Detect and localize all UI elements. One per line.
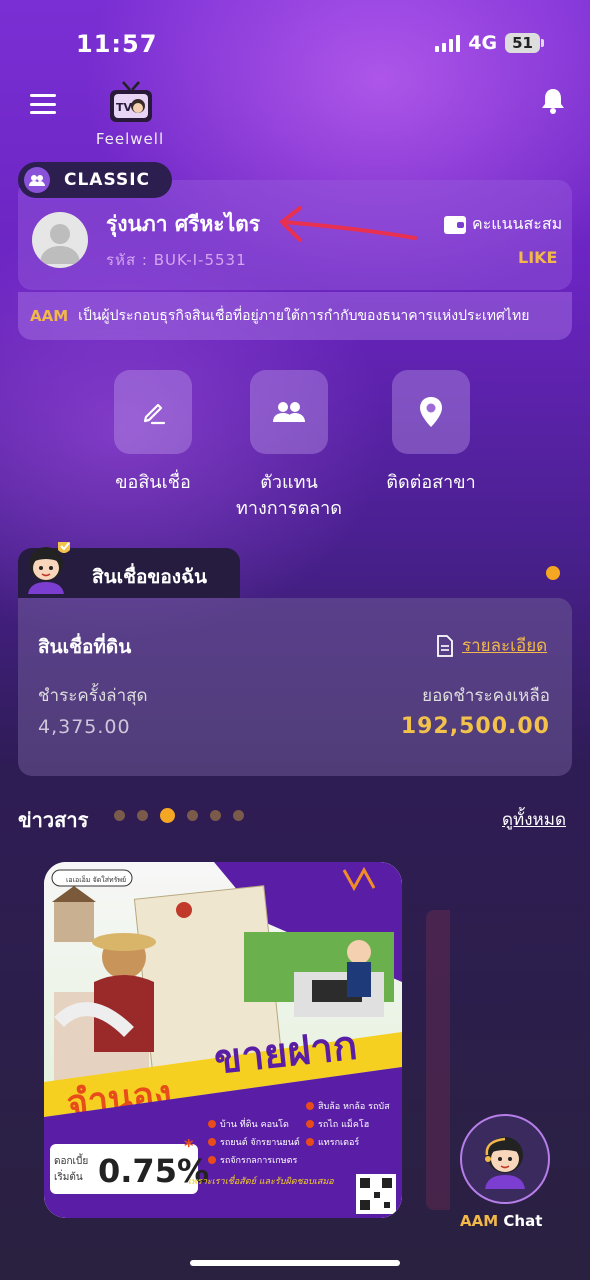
- loan-detail-link[interactable]: รายละเอียด: [436, 632, 547, 659]
- regulatory-notice: AAM เป็นผู้ประกอบธุรกิจสินเชื่อที่อยู่ภา…: [18, 292, 572, 340]
- chat-label: AAM Chat: [460, 1212, 542, 1230]
- news-banner[interactable]: เอเอเอ็ม จัดใส่ทรัพย์ จำนอง ขายฝาก ดอกเบ…: [44, 862, 402, 1218]
- document-icon: [437, 634, 453, 657]
- loan-detail-label: รายละเอียด: [462, 636, 548, 656]
- group-icon: [24, 167, 50, 193]
- signal-icon: [435, 34, 461, 52]
- chat-mascot-icon: [485, 1137, 525, 1189]
- banner-item: แทรกเตอร์: [318, 1136, 359, 1148]
- chat-brand: AAM: [460, 1212, 499, 1230]
- status-indicators: 4G 51: [435, 32, 544, 54]
- feelwell-tv-logo: TV: [110, 81, 152, 122]
- my-loan-tab-label: สินเชื่อของฉัน: [92, 566, 207, 588]
- notice-text: เป็นผู้ประกอบธุรกิจสินเชื่อที่อยู่ภายใต้…: [78, 308, 530, 324]
- user-name: รุ่งนภา ศรีหะไตร: [106, 212, 261, 236]
- carousel-dot[interactable]: [187, 810, 198, 821]
- wallet-icon: [444, 215, 466, 234]
- contact-branch-label: ติดต่อสาขา: [386, 472, 476, 493]
- aam-chat-button[interactable]: [460, 1114, 550, 1204]
- carousel-dots[interactable]: [114, 808, 244, 823]
- points-label: คะแนนสะสม: [472, 214, 563, 233]
- carousel-dot[interactable]: [114, 810, 125, 821]
- marketing-agent-button[interactable]: [250, 370, 328, 454]
- banner-search-tag: เอเอเอ็ม จัดใส่ทรัพย์: [66, 875, 126, 884]
- mascot-icon: [28, 542, 70, 594]
- tier-label: CLASSIC: [64, 170, 150, 190]
- banner-item: รถจักรกลการเกษตร: [220, 1156, 297, 1166]
- status-time: 11:57: [76, 30, 158, 58]
- carousel-dot[interactable]: [233, 810, 244, 821]
- notice-brand: AAM: [30, 307, 69, 325]
- banner-rate-prefix: ดอกเบี้ย: [54, 1153, 88, 1167]
- battery-icon: 51: [505, 33, 544, 53]
- news-title: ข่าวสาร: [18, 808, 89, 832]
- users-icon: [273, 402, 305, 422]
- home-indicator[interactable]: [190, 1260, 400, 1266]
- banner-rate-prefix-2: เริ่มต้น: [54, 1169, 83, 1183]
- carousel-dot[interactable]: [137, 810, 148, 821]
- location-pin-icon: [420, 397, 442, 427]
- see-all-link[interactable]: ดูทั้งหมด: [502, 806, 566, 833]
- red-arrow-annotation: [280, 206, 417, 242]
- contact-branch-button[interactable]: [392, 370, 470, 454]
- apply-loan-label: ขอสินเชื่อ: [115, 472, 191, 493]
- notification-bell-icon[interactable]: [538, 86, 568, 116]
- network-label: 4G: [468, 32, 498, 54]
- last-payment-label: ชำระครั้งล่าสุด: [38, 686, 148, 706]
- chat-text: Chat: [503, 1212, 543, 1230]
- banner-item: รถยนต์ จักรยานยนต์: [220, 1136, 300, 1148]
- logo-badge: TV: [116, 101, 133, 114]
- carousel-dot[interactable]: [210, 810, 221, 821]
- banner-item: สิบล้อ หกล้อ รถบัส: [318, 1101, 390, 1112]
- marketing-agent-label: ตัวแทน ทางการตลาด: [236, 472, 342, 519]
- points-button[interactable]: คะแนนสะสม: [444, 212, 562, 237]
- avatar[interactable]: [32, 212, 88, 268]
- app-logo-text: Feelwell: [95, 130, 165, 148]
- banner-rate-star: *: [184, 1136, 194, 1157]
- apply-loan-button[interactable]: [114, 370, 192, 454]
- balance-value: 192,500.00: [400, 714, 550, 739]
- pencil-icon: [143, 403, 166, 425]
- hamburger-menu-icon[interactable]: [30, 94, 56, 114]
- balance-label: ยอดชำระคงเหลือ: [422, 686, 550, 706]
- carousel-dot-active[interactable]: [160, 808, 175, 823]
- loan-type: สินเชื่อที่ดิน: [38, 636, 132, 658]
- banner-graphic: เอเอเอ็ม จัดใส่ทรัพย์ จำนอง ขายฝาก ดอกเบ…: [44, 862, 402, 1218]
- user-code: รหัส : BUK-I-5531: [106, 251, 247, 269]
- last-payment-value: 4,375.00: [38, 716, 131, 738]
- tier-badge: CLASSIC: [18, 162, 172, 198]
- next-news-card[interactable]: [426, 910, 450, 1210]
- notification-dot: [546, 566, 560, 580]
- points-value: LIKE: [518, 248, 558, 267]
